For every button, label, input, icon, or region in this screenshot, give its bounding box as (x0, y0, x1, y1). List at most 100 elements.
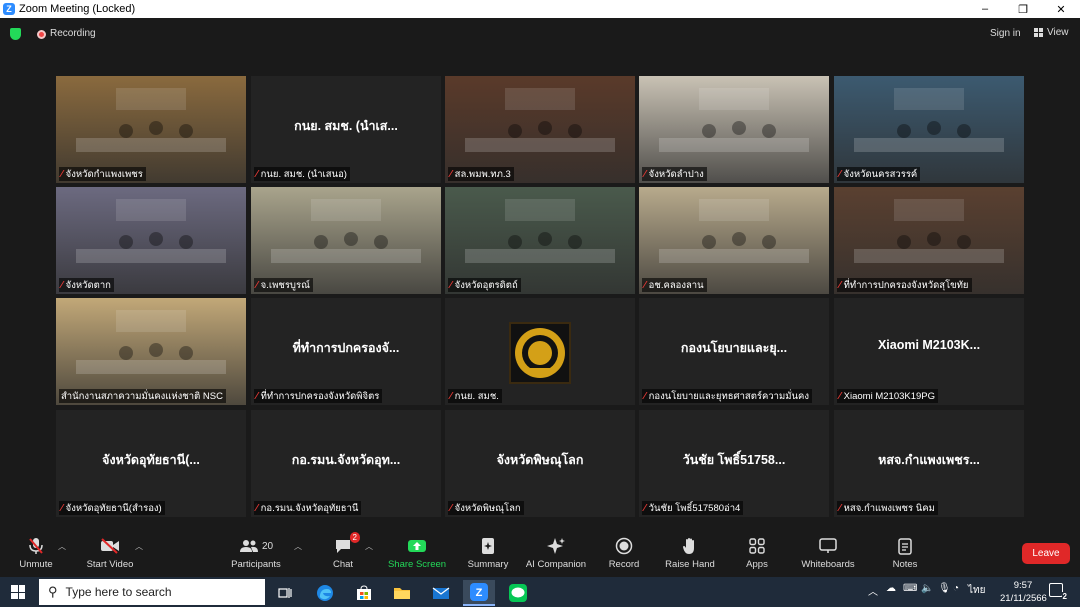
encryption-shield-icon[interactable] (10, 28, 21, 40)
ai-companion-button[interactable]: AI Companion (521, 531, 591, 577)
participant-name: ที่ทำการปกครองจังหวัดพิจิตร (260, 391, 380, 402)
store-icon[interactable] (348, 580, 380, 606)
raise-hand-button[interactable]: Raise Hand (664, 531, 716, 577)
participant-display-name: จังหวัดอุทัยธานี(... (102, 453, 200, 467)
clock-date: 21/11/2566 (1000, 593, 1047, 604)
language-indicator[interactable]: ไทย (968, 583, 985, 598)
participant-display-name: จังหวัดพิษณุโลก (496, 453, 584, 467)
participant-name-label: ⁄ สล.พมพ.ทภ.3 (448, 167, 514, 181)
task-view-icon[interactable] (269, 580, 301, 606)
whiteboards-button[interactable]: Whiteboards (797, 531, 859, 577)
record-icon (615, 536, 633, 556)
start-video-button[interactable]: Start Video (84, 531, 136, 577)
minimize-icon[interactable]: – (966, 0, 1004, 18)
windows-start-icon[interactable] (11, 585, 25, 599)
taskbar-search-box[interactable]: ⚲ Type here to search (39, 579, 265, 605)
participant-tile[interactable]: สำนักงานสภาความมั่นคงแห่งชาติ NSC (56, 298, 246, 405)
participant-name-label: ⁄ กองนโยบายและยุทธศาสตร์ความมั่นคง (642, 389, 813, 403)
participant-name: กนย. สมช. (นำเสนอ) (260, 169, 347, 180)
participants-label: Participants (231, 559, 281, 570)
notes-icon (898, 536, 912, 556)
chat-chevron-icon[interactable]: ︿ (365, 541, 373, 552)
participant-tile[interactable]: ⁄ สล.พมพ.ทภ.3 (445, 76, 635, 183)
line-app-icon[interactable] (502, 580, 534, 606)
cloud-icon[interactable]: ☁ (886, 583, 896, 594)
muted-mic-icon: ⁄ (61, 503, 63, 514)
taskbar-clock[interactable]: 9:57 21/11/2566 (1000, 579, 1047, 605)
participant-name: ที่ทำการปกครองจังหวัดสุโขทัย (843, 280, 969, 291)
close-icon[interactable]: ✕ (1042, 0, 1080, 18)
participant-tile[interactable]: ⁄ กนย. สมช. (445, 298, 635, 405)
participant-tile[interactable]: วันชัย โพธิ์51758... ⁄ วันชัย โพธิ์517580อ… (639, 410, 829, 517)
grid-view-icon (1034, 28, 1043, 37)
record-button[interactable]: Record (606, 531, 642, 577)
participant-tile[interactable]: ⁄ ที่ทำการปกครองจังหวัดสุโขทัย (834, 187, 1024, 294)
wifi-icon[interactable]: ◔ (953, 583, 959, 594)
participant-name-label: ⁄ จังหวัดอุตรดิตถ์ (448, 278, 521, 292)
notification-center-icon[interactable]: 2 (1049, 583, 1068, 601)
muted-mic-icon: ⁄ (839, 280, 841, 291)
participant-tile[interactable]: กองนโยบายและยุ... ⁄ กองนโยบายและยุทธศาสตร์… (639, 298, 829, 405)
participant-name: อช.คลองลาน (648, 280, 704, 291)
ai-companion-label: AI Companion (525, 559, 587, 570)
mail-icon[interactable] (425, 580, 457, 606)
edge-browser-icon[interactable] (309, 580, 341, 606)
file-explorer-icon[interactable] (386, 580, 418, 606)
chat-button[interactable]: 2 Chat (327, 531, 360, 577)
leave-button[interactable]: Leave (1022, 543, 1070, 564)
participant-name-label: ⁄ จ.เพชรบูรณ์ (254, 278, 313, 292)
whiteboard-icon (819, 536, 837, 556)
participant-tile[interactable]: จังหวัดอุทัยธานี(... ⁄ จังหวัดอุทัยธานี(สำ… (56, 410, 246, 517)
sign-in-button[interactable]: Sign in (990, 28, 1021, 39)
keyboard-icon[interactable]: ⌨ (903, 583, 917, 594)
participant-tile[interactable]: ⁄ จังหวัดตาก (56, 187, 246, 294)
participant-display-name: ที่ทำการปกครองจั... (292, 341, 400, 355)
chat-label: Chat (332, 559, 354, 570)
zoom-logo-icon: Z (3, 3, 15, 15)
participant-name-label: ⁄ จังหวัดอุทัยธานี(สำรอง) (59, 501, 165, 515)
unmute-button[interactable]: Unmute (17, 531, 55, 577)
participants-button[interactable]: 20 Participants (228, 531, 284, 577)
participant-name-label: ⁄ ที่ทำการปกครองจังหวัดพิจิตร (254, 389, 383, 403)
restore-icon[interactable]: ❐ (1004, 0, 1042, 18)
participant-tile[interactable]: กนย. สมช. (นำเส... ⁄ กนย. สมช. (นำเสนอ) (251, 76, 441, 183)
participant-name-label: ⁄ กนย. สมช. (นำเสนอ) (254, 167, 350, 181)
notes-label: Notes (892, 559, 918, 570)
participants-chevron-icon[interactable]: ︿ (294, 541, 302, 552)
participant-tile[interactable]: ⁄ จังหวัดอุตรดิตถ์ (445, 187, 635, 294)
participant-tile[interactable]: Xiaomi M2103K... ⁄ Xiaomi M2103K19PG (834, 298, 1024, 405)
tray-chevron-icon[interactable]: ︿ (868, 583, 878, 598)
apps-button[interactable]: Apps (741, 531, 773, 577)
summary-label: Summary (467, 559, 509, 570)
participant-tile[interactable]: หสจ.กำแพงเพชร... ⁄ หสจ.กำแพงเพชร นิคม (834, 410, 1024, 517)
notes-button[interactable]: Notes (888, 531, 922, 577)
microphone-icon[interactable]: 🎙 (938, 583, 951, 594)
summary-button[interactable]: Summary (463, 531, 513, 577)
participant-display-name: กองนโยบายและยุ... (680, 341, 788, 355)
participant-tile[interactable]: ⁄ จังหวัดลำปาง (639, 76, 829, 183)
participant-tile[interactable]: จังหวัดพิษณุโลก ⁄ จังหวัดพิษณุโลก (445, 410, 635, 517)
muted-mic-icon: ⁄ (644, 503, 646, 514)
zoom-taskbar-icon[interactable]: Z (463, 580, 495, 606)
share-screen-button[interactable]: Share Screen (386, 531, 448, 577)
video-options-chevron-icon[interactable]: ︿ (135, 541, 143, 552)
participant-name-label: ⁄ อช.คลองลาน (642, 278, 707, 292)
audio-options-chevron-icon[interactable]: ︿ (58, 541, 66, 552)
view-button[interactable]: View (1034, 27, 1069, 38)
participant-name: จังหวัดลำปาง (648, 169, 704, 180)
muted-mic-icon: ⁄ (256, 280, 258, 291)
participant-tile[interactable]: ⁄ จังหวัดกำแพงเพชร (56, 76, 246, 183)
participant-tile[interactable]: ⁄ อช.คลองลาน (639, 187, 829, 294)
recording-label[interactable]: Recording (50, 28, 96, 39)
search-placeholder: Type here to search (65, 585, 172, 599)
participant-tile[interactable]: ⁄ จังหวัดนครสวรรค์ (834, 76, 1024, 183)
volume-icon[interactable]: 🔈 (921, 583, 933, 594)
participant-tile[interactable]: กอ.รมน.จังหวัดอุท... ⁄ กอ.รมน.จังหวัดอุทัย… (251, 410, 441, 517)
participant-display-name: หสจ.กำแพงเพชร... (878, 453, 980, 467)
recording-icon[interactable] (37, 30, 46, 39)
view-label: View (1047, 27, 1069, 38)
participant-tile[interactable]: ที่ทำการปกครองจั... ⁄ ที่ทำการปกครองจังหวั… (251, 298, 441, 405)
participant-name-label: ⁄ จังหวัดลำปาง (642, 167, 707, 181)
muted-mic-icon: ⁄ (450, 169, 452, 180)
participant-tile[interactable]: ⁄ จ.เพชรบูรณ์ (251, 187, 441, 294)
